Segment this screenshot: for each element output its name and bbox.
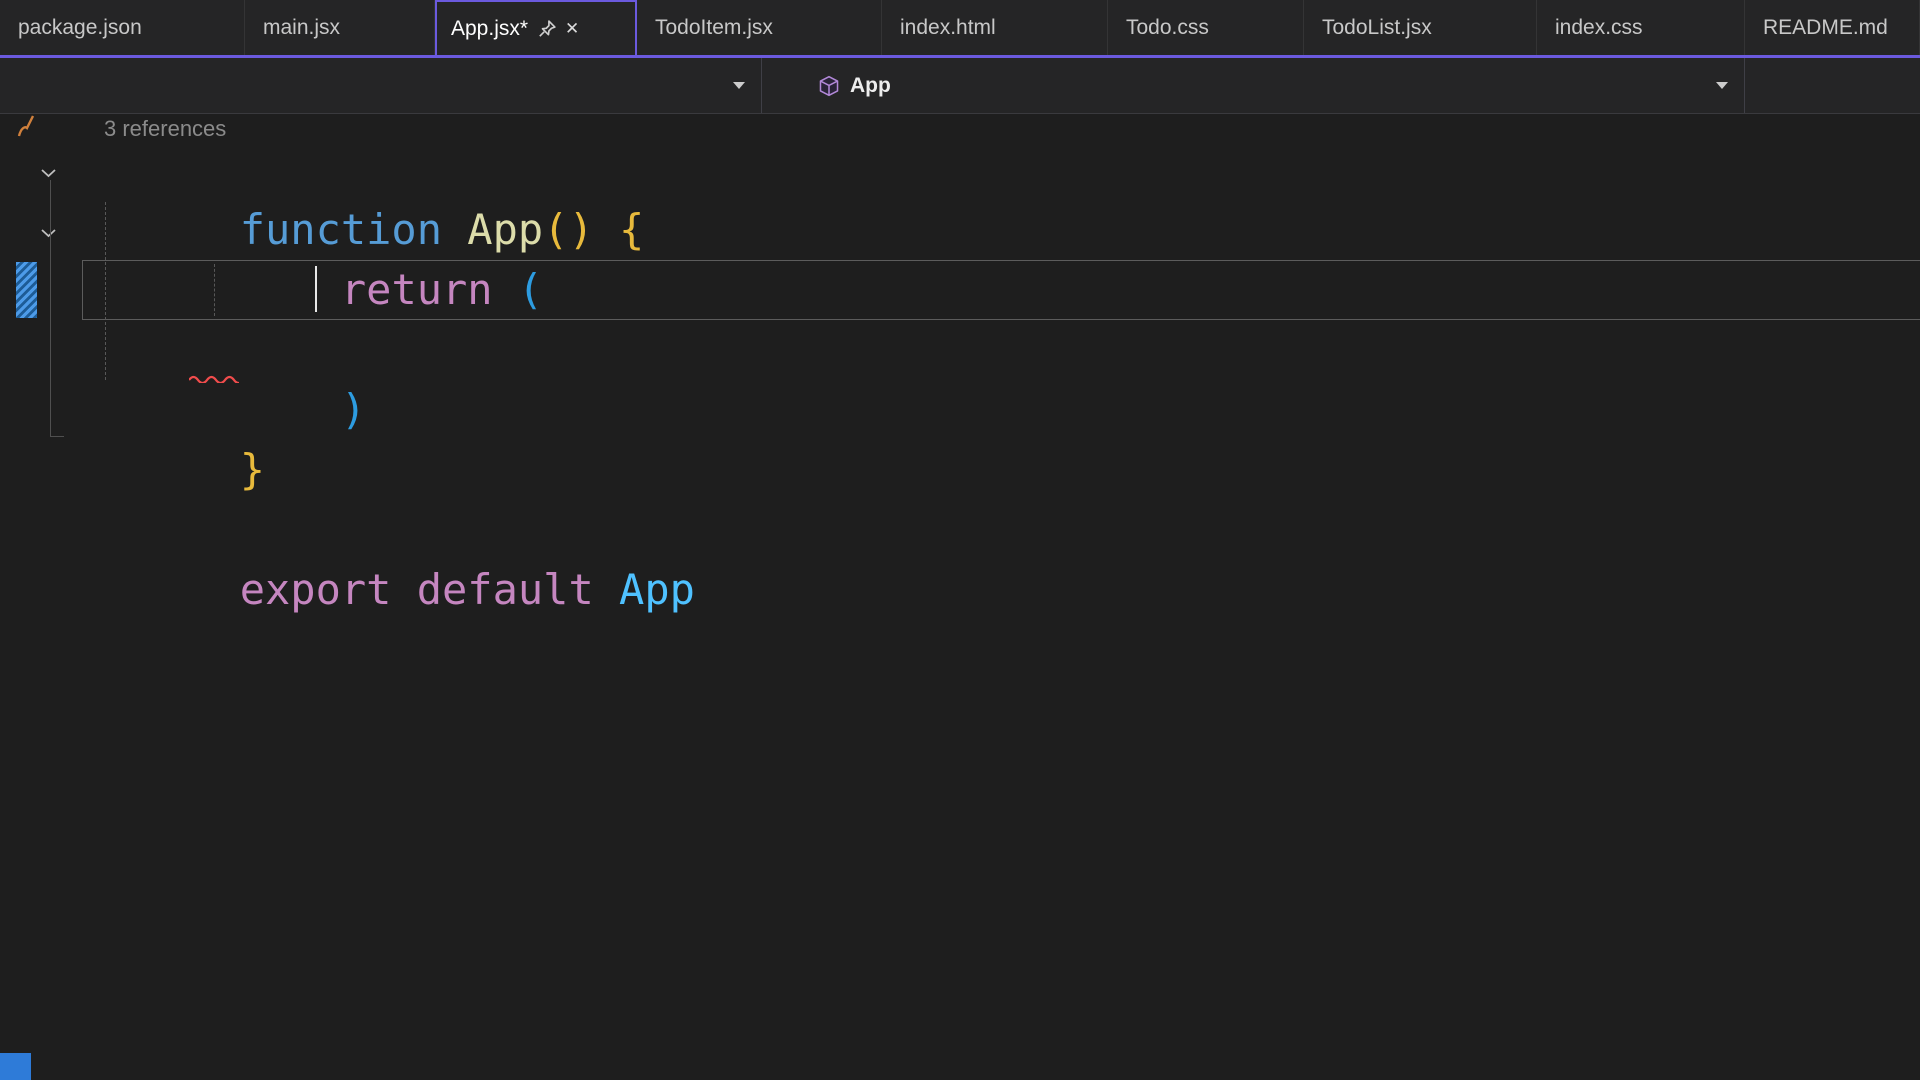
code-line[interactable]: function App() { [88, 140, 645, 254]
tab-todoitem-jsx[interactable]: TodoItem.jsx [637, 0, 882, 55]
tab-label: Todo.css [1126, 15, 1209, 39]
token-keyword: return [340, 265, 518, 314]
fold-toggle-icon[interactable] [40, 164, 57, 183]
tab-label: TodoList.jsx [1322, 15, 1432, 39]
tab-label: App.jsx* [451, 16, 529, 40]
close-icon[interactable]: ✕ [565, 20, 579, 37]
chevron-down-icon [1716, 82, 1728, 89]
token-open-brace: { [593, 205, 645, 254]
file-scope-dropdown[interactable] [0, 58, 761, 113]
edit-marker-icon [15, 114, 37, 142]
token-close-paren: ) [340, 385, 367, 434]
fold-scope-line-end [50, 436, 64, 437]
token-keyword: default [416, 565, 620, 614]
tab-index-html[interactable]: index.html [882, 0, 1108, 55]
tab-label: README.md [1763, 15, 1888, 39]
nav-bar-spacer [1745, 58, 1920, 113]
cube-icon [818, 75, 840, 97]
token-identifier: App [619, 565, 695, 614]
change-tracking-margin [16, 262, 37, 318]
tab-label: TodoItem.jsx [655, 15, 773, 39]
token-close-brace: } [239, 445, 266, 494]
tab-index-css[interactable]: index.css [1537, 0, 1745, 55]
token-parens: () [543, 205, 594, 254]
editor-window: package.json main.jsx App.jsx* ✕ TodoIte… [0, 0, 1920, 1080]
breadcrumb-bar: App [0, 58, 1920, 114]
scope-label: App [850, 73, 891, 97]
codelens-references[interactable]: 3 references [104, 116, 226, 142]
tab-todolist-jsx[interactable]: TodoList.jsx [1304, 0, 1537, 55]
chevron-down-icon [733, 82, 745, 89]
tab-label: index.html [900, 15, 996, 39]
pin-icon[interactable] [538, 19, 557, 38]
tab-label: main.jsx [263, 15, 341, 39]
tab-main-jsx[interactable]: main.jsx [245, 0, 435, 55]
token-open-paren: ( [517, 265, 544, 314]
code-line[interactable]: } [88, 380, 265, 494]
tab-package-json[interactable]: package.json [0, 0, 245, 55]
code-line[interactable]: return ( [88, 200, 543, 314]
tab-app-jsx[interactable]: App.jsx* ✕ [435, 0, 637, 55]
code-line[interactable]: export default App [88, 500, 695, 614]
fold-toggle-icon[interactable] [40, 224, 57, 243]
tab-readme-md[interactable]: README.md [1745, 0, 1920, 55]
tab-label: index.css [1555, 15, 1643, 39]
tab-bar: package.json main.jsx App.jsx* ✕ TodoIte… [0, 0, 1920, 58]
tab-todo-css[interactable]: Todo.css [1108, 0, 1304, 55]
fold-scope-line [50, 180, 51, 436]
tab-label: package.json [18, 15, 142, 39]
member-scope-dropdown[interactable]: App [761, 58, 1745, 113]
status-bar-corner [0, 1053, 31, 1080]
code-editor[interactable]: 3 references function App() { return ( )… [0, 114, 1920, 1080]
token-keyword: export [239, 565, 417, 614]
